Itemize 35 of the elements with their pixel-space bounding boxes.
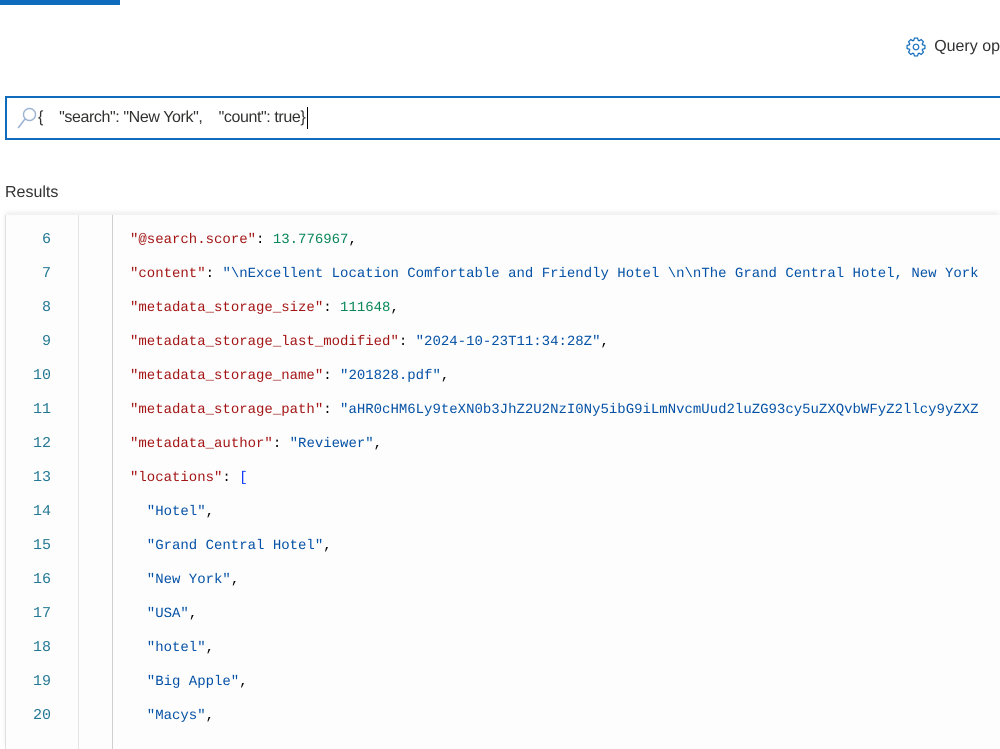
code-line: "Macys", bbox=[146, 707, 214, 725]
code-line: "Grand Central Hotel", bbox=[146, 537, 332, 555]
line-number: 16 bbox=[32, 571, 51, 589]
code-line: "metadata_storage_size": 111648, bbox=[130, 299, 399, 317]
code-line: "@search.score": 13.776967, bbox=[130, 231, 357, 249]
search-field[interactable]: { "search": "New York", "count": true} bbox=[5, 96, 1000, 140]
code-line: "hotel", bbox=[146, 639, 214, 657]
line-number: 7 bbox=[42, 265, 51, 283]
code-line: "New York", bbox=[146, 571, 240, 589]
gear-icon bbox=[906, 37, 926, 57]
code-line: "USA", bbox=[146, 605, 198, 623]
code-line: "metadata_author": "Reviewer", bbox=[130, 435, 382, 453]
code-line: "Big Apple", bbox=[146, 673, 248, 691]
line-number: 10 bbox=[32, 367, 51, 385]
line-number: 12 bbox=[32, 435, 51, 453]
query-options-button[interactable]: Query op bbox=[904, 35, 1000, 59]
code-line: "metadata_storage_path": "aHR0cHM6Ly9teXN0b3JhZ2U2NzI0Ny5ibG9iLmNvcmUud2luZG93cy5uZXQvbWFyZ2llcy9yZXZ bbox=[130, 401, 979, 419]
code-line: "metadata_storage_name": "201828.pdf", bbox=[130, 367, 450, 385]
line-number: 20 bbox=[32, 707, 51, 725]
line-number: 9 bbox=[42, 333, 51, 351]
line-number: 15 bbox=[32, 537, 51, 555]
code-line: "locations": [ bbox=[130, 469, 248, 487]
code-line: "content": "\nExcellent Location Comfortable and Friendly Hotel \n\nThe Grand Central Hotel, New York bbox=[130, 265, 979, 283]
line-number: 19 bbox=[32, 673, 51, 691]
line-number: 11 bbox=[32, 401, 51, 419]
code-line: "Hotel", bbox=[146, 503, 214, 521]
line-number: 13 bbox=[32, 469, 51, 487]
line-number: 6 bbox=[42, 231, 51, 249]
results-heading: Results bbox=[5, 183, 58, 203]
code-line: "metadata_storage_last_modified": "2024-10-23T11:34:28Z", bbox=[130, 333, 609, 351]
line-number: 8 bbox=[42, 299, 51, 317]
line-number: 17 bbox=[32, 605, 51, 623]
line-number: 18 bbox=[32, 639, 51, 657]
line-number: 14 bbox=[32, 503, 51, 521]
search-icon bbox=[17, 107, 37, 129]
